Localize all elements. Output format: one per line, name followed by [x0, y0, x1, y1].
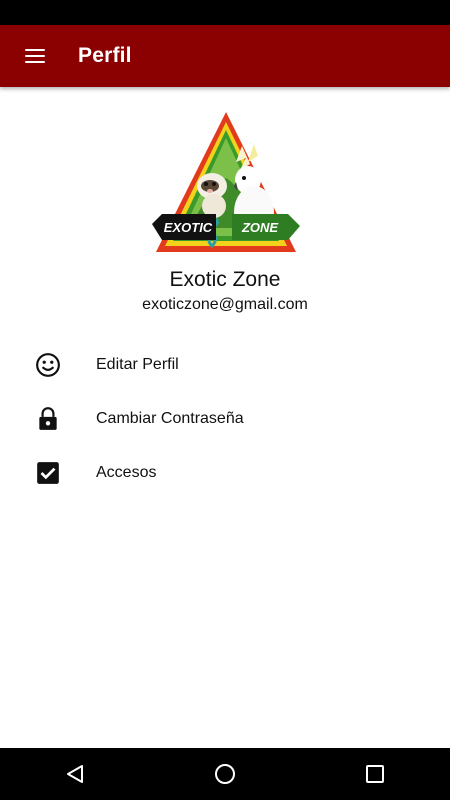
menu-item-label: Accesos	[96, 464, 157, 481]
recents-button[interactable]	[345, 748, 405, 800]
page-title: Perfil	[78, 44, 132, 67]
lock-icon	[0, 392, 96, 446]
checkbox-checked-icon	[0, 446, 96, 500]
home-button[interactable]	[195, 748, 255, 800]
recents-square-icon	[366, 765, 384, 783]
menu-item-edit-profile[interactable]: Editar Perfil	[0, 338, 450, 392]
home-circle-icon	[215, 764, 235, 784]
status-bar	[0, 0, 450, 25]
system-nav-bar	[0, 748, 450, 800]
back-triangle-icon	[67, 765, 83, 783]
menu-item-access[interactable]: Accesos	[0, 446, 450, 500]
smiley-face-icon	[0, 338, 96, 392]
app-bar: Perfil	[0, 25, 450, 87]
logo-text-zone: ZONE	[241, 220, 278, 235]
menu-button[interactable]	[0, 25, 70, 87]
profile-menu: Editar Perfil Cambiar Contraseña Accesos	[0, 338, 450, 500]
menu-item-label: Cambiar Contraseña	[96, 410, 244, 427]
menu-item-change-password[interactable]: Cambiar Contraseña	[0, 392, 450, 446]
hamburger-menu-icon	[25, 49, 45, 63]
profile-email: exoticzone@gmail.com	[142, 296, 308, 313]
logo-text-exotic: EXOTIC	[164, 220, 213, 235]
menu-item-label: Editar Perfil	[96, 356, 179, 373]
back-button[interactable]	[45, 748, 105, 800]
exotic-zone-logo: EXOTIC ZONE	[150, 108, 302, 260]
profile-name: Exotic Zone	[169, 268, 281, 291]
